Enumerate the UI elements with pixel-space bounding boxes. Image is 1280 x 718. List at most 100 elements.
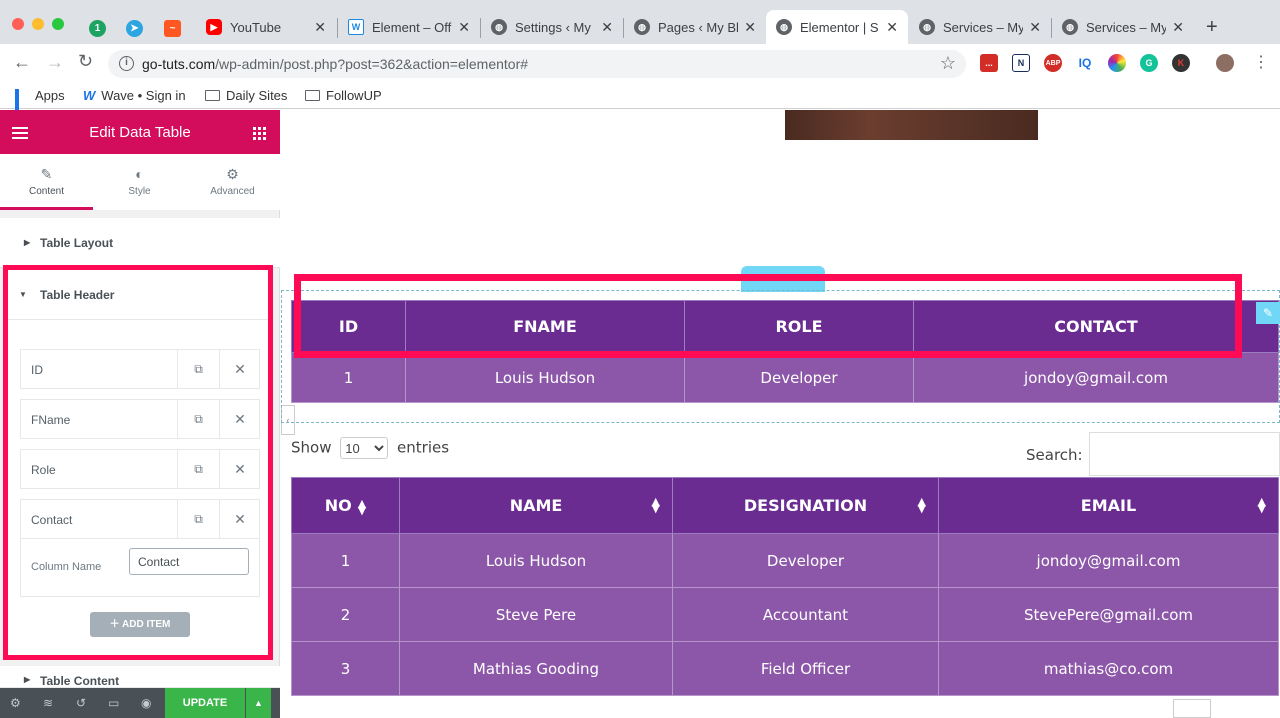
bookmark-daily-sites[interactable]: Daily Sites: [205, 88, 287, 103]
extension-adblock-icon[interactable]: ABP: [1044, 54, 1062, 72]
extension-colorpick-icon[interactable]: [1108, 54, 1126, 72]
header-cell-email[interactable]: EMAIL ▲ ▼: [938, 477, 1279, 534]
repeater-item[interactable]: Contact ⧉ ✕: [20, 499, 260, 539]
folder-icon: [305, 90, 320, 101]
pagination-box[interactable]: [1173, 699, 1211, 718]
new-tab-button[interactable]: +: [1206, 16, 1218, 39]
pinned-tab-analytics[interactable]: ~: [164, 20, 181, 37]
table-header-row: NO ▲ ▼ NAME ▲ ▼ DESIGNATION ▲ ▼ EMAIL ▲ ▼: [291, 477, 1279, 534]
tab-youtube[interactable]: ▶ YouTube ✕: [196, 10, 336, 44]
settings-icon[interactable]: ⚙: [10, 696, 21, 710]
close-tab-icon[interactable]: ✕: [458, 19, 470, 36]
table-cell: 3: [291, 641, 400, 696]
section-handle[interactable]: [741, 266, 825, 292]
preview-eye-icon[interactable]: ◉: [141, 696, 151, 710]
close-tab-icon[interactable]: ✕: [601, 19, 613, 36]
tab-element[interactable]: W Element – Off ✕: [338, 10, 480, 44]
caret-right-icon: ▶: [24, 238, 31, 247]
search-input[interactable]: [1089, 432, 1280, 476]
close-window-button[interactable]: [12, 18, 24, 30]
bookmark-followup[interactable]: FollowUP: [305, 88, 382, 103]
layers-icon[interactable]: ≋: [43, 696, 53, 710]
forward-arrow-icon[interactable]: →: [46, 52, 64, 73]
extension-grammarly-icon[interactable]: G: [1140, 54, 1158, 72]
bookmark-apps[interactable]: Apps: [15, 88, 65, 125]
image-widget[interactable]: [785, 110, 1038, 140]
close-tab-icon[interactable]: ✕: [1172, 19, 1184, 36]
repeater-item[interactable]: Role ⧉ ✕: [20, 449, 260, 489]
bookmark-star-icon[interactable]: ☆: [940, 53, 956, 74]
close-tab-icon[interactable]: ✕: [886, 19, 898, 36]
remove-icon[interactable]: ✕: [219, 450, 260, 488]
data-table-widget[interactable]: ID FNAME ROLE CONTACT 1 Louis Hudson Dev…: [291, 300, 1279, 403]
tab-style[interactable]: ◐ Style: [93, 154, 186, 210]
header-cell-designation[interactable]: DESIGNATION ▲ ▼: [672, 477, 939, 534]
address-bar[interactable]: i go-tuts.com/wp-admin/post.php?post=362…: [108, 50, 966, 78]
update-options-caret-icon[interactable]: ▲: [246, 688, 271, 718]
edit-widget-pencil-icon[interactable]: ✎: [1256, 302, 1280, 324]
duplicate-icon[interactable]: ⧉: [177, 500, 219, 538]
column-name-input[interactable]: [129, 548, 249, 575]
tab-services-2[interactable]: ◍ Services – My ✕: [1052, 10, 1194, 44]
add-item-button[interactable]: ＋ ADD ITEM: [90, 612, 190, 637]
responsive-icon[interactable]: ▭: [108, 696, 119, 710]
menu-dots-icon[interactable]: ⋮: [1253, 52, 1269, 72]
panel-footer: ⚙ ≋ ↺ ▭ ◉ UPDATE ▲: [0, 688, 280, 718]
tab-pages[interactable]: ◍ Pages ‹ My Bl ✕: [624, 10, 766, 44]
update-button[interactable]: UPDATE: [165, 688, 245, 718]
duplicate-icon[interactable]: ⧉: [177, 350, 219, 388]
pinned-tab-telegram[interactable]: ➤: [126, 20, 143, 37]
close-tab-icon[interactable]: ✕: [744, 19, 756, 36]
header-cell-name[interactable]: NAME ▲ ▼: [399, 477, 673, 534]
extension-iq-icon[interactable]: IQ: [1076, 54, 1094, 72]
repeater-item[interactable]: ID ⧉ ✕: [20, 349, 260, 389]
entries-select[interactable]: 10: [340, 437, 389, 459]
table-cell: Field Officer: [672, 641, 939, 696]
table-cell: Steve Pere: [399, 587, 673, 642]
section-table-header[interactable]: ▼ Table Header: [8, 270, 268, 320]
panel-title: Edit Data Table: [89, 124, 191, 141]
minimize-window-button[interactable]: [32, 18, 44, 30]
extension-k-icon[interactable]: K: [1172, 54, 1190, 72]
info-icon[interactable]: i: [119, 56, 134, 71]
section-table-content[interactable]: ▶ Table Content: [0, 666, 280, 688]
table-cell: Accountant: [672, 587, 939, 642]
url-text[interactable]: go-tuts.com/wp-admin/post.php?post=362&a…: [142, 56, 528, 72]
profile-avatar[interactable]: [1216, 54, 1234, 72]
duplicate-icon[interactable]: ⧉: [177, 450, 219, 488]
header-cell: ROLE: [684, 300, 914, 353]
extension-lastpass-icon[interactable]: ...: [980, 54, 998, 72]
header-cell: ID: [291, 300, 406, 353]
table-header-section: ▼ Table Header ID ⧉ ✕ FName ⧉ ✕ Role ⧉ ✕…: [8, 270, 268, 655]
widgets-grid-icon[interactable]: [253, 127, 266, 140]
close-tab-icon[interactable]: ✕: [1029, 19, 1041, 36]
tab-settings[interactable]: ◍ Settings ‹ My ✕: [481, 10, 623, 44]
close-tab-icon[interactable]: ✕: [314, 19, 326, 36]
tab-services-1[interactable]: ◍ Services – My ✕: [909, 10, 1051, 44]
repeater-item[interactable]: FName ⧉ ✕: [20, 399, 260, 439]
caret-right-icon: ▶: [24, 675, 31, 684]
back-arrow-icon[interactable]: ←: [13, 52, 31, 73]
reload-icon[interactable]: ↻: [78, 51, 93, 72]
tab-elementor[interactable]: ◍ Elementor | S ✕: [766, 10, 908, 44]
collapse-panel-icon[interactable]: ‹: [281, 405, 295, 435]
extension-notion-icon[interactable]: N: [1012, 54, 1030, 72]
history-icon[interactable]: ↺: [76, 696, 86, 710]
tab-title: Element – Off: [372, 19, 452, 35]
datatable: NO ▲ ▼ NAME ▲ ▼ DESIGNATION ▲ ▼ EMAIL ▲ ▼ 1 Loui…: [291, 477, 1279, 696]
remove-icon[interactable]: ✕: [219, 400, 260, 438]
duplicate-icon[interactable]: ⧉: [177, 400, 219, 438]
table-header-row: ID FNAME ROLE CONTACT: [291, 300, 1279, 353]
maximize-window-button[interactable]: [52, 18, 64, 30]
bookmark-wave[interactable]: W Wave • Sign in: [83, 88, 186, 103]
remove-icon[interactable]: ✕: [219, 500, 260, 538]
search-label: Search:: [1026, 446, 1083, 464]
pinned-tab-1[interactable]: 1: [89, 20, 106, 37]
section-table-layout[interactable]: ▶ Table Layout: [0, 218, 280, 268]
tab-content[interactable]: ✎ Content: [0, 154, 93, 210]
header-cell-no[interactable]: NO ▲ ▼: [291, 477, 400, 534]
remove-icon[interactable]: ✕: [219, 350, 260, 388]
folder-icon: [205, 90, 220, 101]
tab-advanced[interactable]: ⚙ Advanced: [186, 154, 279, 210]
table-cell: Mathias Gooding: [399, 641, 673, 696]
